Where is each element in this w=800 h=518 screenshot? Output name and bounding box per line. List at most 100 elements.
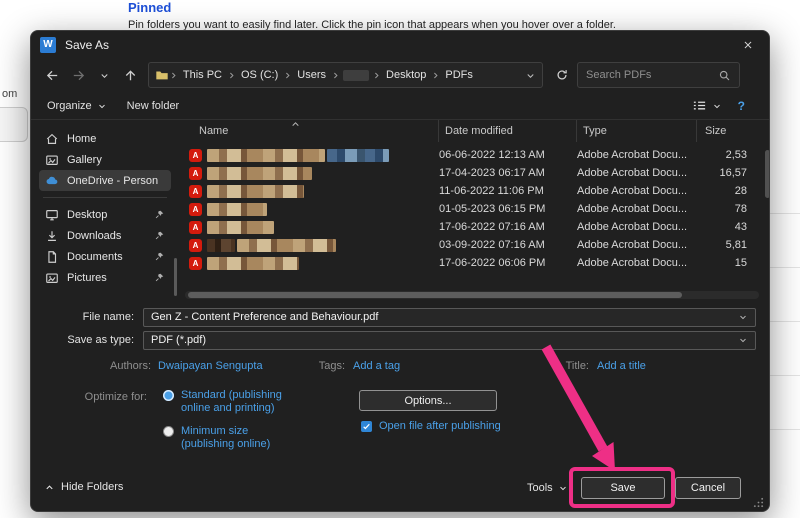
- chevron-up-icon: [44, 482, 55, 493]
- redacted-file-name: [202, 185, 433, 198]
- chevron-right-icon: [283, 71, 292, 80]
- redacted-file-name: [202, 167, 433, 180]
- back-icon: [45, 68, 60, 83]
- help-button[interactable]: ?: [738, 99, 745, 113]
- horizontal-scrollbar-thumb[interactable]: [188, 292, 682, 298]
- column-header-size[interactable]: Size: [696, 120, 756, 142]
- save-button[interactable]: Save: [581, 477, 665, 499]
- breadcrumb-users[interactable]: Users: [292, 69, 331, 81]
- page-table-lines: [770, 160, 800, 460]
- search-input[interactable]: [586, 69, 718, 81]
- chevron-right-icon: [372, 71, 381, 80]
- tags-label: Tags:: [299, 360, 345, 372]
- add-tag-link[interactable]: Add a tag: [353, 360, 400, 372]
- command-toolbar: Organize New folder ?: [31, 92, 769, 120]
- breadcrumb-this-pc[interactable]: This PC: [178, 69, 227, 81]
- file-row[interactable]: A 03-09-2022 07:16 AM Adobe Acrobat Docu…: [179, 236, 761, 254]
- optimize-for-label: Optimize for:: [61, 391, 147, 403]
- forward-icon: [71, 68, 86, 83]
- pdf-file-icon: A: [189, 221, 202, 234]
- file-row[interactable]: A 17-06-2022 07:16 AM Adobe Acrobat Docu…: [179, 218, 761, 236]
- breadcrumb-os-c[interactable]: OS (C:): [236, 69, 283, 81]
- gallery-icon: [45, 153, 59, 167]
- pin-icon[interactable]: [154, 209, 165, 220]
- add-title-link[interactable]: Add a title: [597, 360, 646, 372]
- view-mode-button[interactable]: [692, 98, 722, 113]
- sidebar-item-desktop[interactable]: Desktop: [39, 204, 171, 225]
- column-header-name[interactable]: Name: [179, 120, 438, 142]
- breadcrumb-desktop[interactable]: Desktop: [381, 69, 431, 81]
- file-name-label: File name:: [31, 311, 143, 323]
- open-after-publishing-checkbox[interactable]: Open file after publishing: [361, 420, 501, 432]
- refresh-button[interactable]: [549, 62, 575, 88]
- optimize-minimum-radio[interactable]: Minimum size (publishing online): [163, 425, 323, 451]
- sidebar-item-home[interactable]: Home: [39, 128, 171, 149]
- pin-icon[interactable]: [154, 272, 165, 283]
- chevron-right-icon: [331, 71, 340, 80]
- chevron-down-icon[interactable]: [738, 335, 748, 345]
- save-as-dialog: W Save As: [30, 30, 770, 512]
- file-row[interactable]: A 17-04-2023 06:17 AM Adobe Acrobat Docu…: [179, 164, 761, 182]
- page-heading-link[interactable]: Pinned: [128, 0, 171, 15]
- chevron-down-icon: [525, 70, 536, 81]
- file-row[interactable]: A 06-06-2022 12:13 AM Adobe Acrobat Docu…: [179, 146, 761, 164]
- pin-icon[interactable]: [154, 251, 165, 262]
- folder-icon: [155, 68, 169, 82]
- cancel-button[interactable]: Cancel: [675, 477, 741, 499]
- redacted-file-name: [202, 221, 433, 234]
- authors-value-link[interactable]: Dwaipayan Sengupta: [158, 360, 263, 372]
- sidebar-divider: [43, 197, 167, 198]
- chevron-down-icon: [558, 483, 568, 493]
- resize-grip[interactable]: [753, 497, 764, 508]
- column-header-type[interactable]: Type: [576, 120, 696, 142]
- pin-icon[interactable]: [154, 230, 165, 241]
- recent-locations-button[interactable]: [92, 62, 116, 88]
- search-icon[interactable]: [718, 69, 731, 82]
- pdf-file-icon: A: [189, 203, 202, 216]
- sidebar-item-documents[interactable]: Documents: [39, 246, 171, 267]
- chevron-down-icon[interactable]: [738, 312, 748, 322]
- save-as-type-select[interactable]: PDF (*.pdf): [143, 331, 756, 350]
- sidebar-item-pictures[interactable]: Pictures: [39, 267, 171, 288]
- options-button[interactable]: Options...: [359, 390, 497, 411]
- chevron-right-icon: [227, 71, 236, 80]
- dialog-titlebar[interactable]: W Save As: [31, 31, 769, 58]
- new-folder-button[interactable]: New folder: [127, 100, 180, 112]
- sidebar-item-gallery[interactable]: Gallery: [39, 149, 171, 170]
- chevron-right-icon: [431, 71, 440, 80]
- radio-unselected-icon: [163, 426, 174, 437]
- close-button[interactable]: [727, 31, 769, 58]
- tools-button[interactable]: Tools: [527, 482, 568, 494]
- forward-button[interactable]: [67, 62, 91, 88]
- details-view-icon: [692, 98, 707, 113]
- pictures-icon: [45, 271, 59, 285]
- navigation-bar: This PC OS (C:) Users Desktop PDFs: [31, 58, 769, 92]
- sidebar-item-downloads[interactable]: Downloads: [39, 225, 171, 246]
- organize-button[interactable]: Organize: [47, 100, 107, 112]
- up-button[interactable]: [118, 62, 142, 88]
- column-header-date-modified[interactable]: Date modified: [438, 120, 576, 142]
- hide-folders-button[interactable]: Hide Folders: [44, 481, 123, 493]
- optimize-standard-radio[interactable]: Standard (publishing online and printing…: [163, 389, 323, 415]
- refresh-icon: [555, 68, 569, 82]
- file-row[interactable]: A 17-06-2022 06:06 PM Adobe Acrobat Docu…: [179, 254, 761, 272]
- breadcrumb-pdfs[interactable]: PDFs: [440, 69, 478, 81]
- documents-icon: [45, 250, 59, 264]
- breadcrumb[interactable]: This PC OS (C:) Users Desktop PDFs: [148, 62, 543, 88]
- file-name-input[interactable]: Gen Z - Content Preference and Behaviour…: [143, 308, 756, 327]
- pdf-file-icon: A: [189, 239, 202, 252]
- file-rows: A 06-06-2022 12:13 AM Adobe Acrobat Docu…: [179, 146, 761, 272]
- pdf-file-icon: A: [189, 167, 202, 180]
- breadcrumb-redacted-segment[interactable]: [343, 70, 369, 81]
- back-button[interactable]: [41, 62, 65, 88]
- breadcrumb-dropdown-chevron[interactable]: [525, 70, 536, 81]
- page-left-fragment: om: [2, 88, 17, 100]
- file-row[interactable]: A 11-06-2022 11:06 PM Adobe Acrobat Docu…: [179, 182, 761, 200]
- horizontal-scrollbar[interactable]: [185, 291, 759, 299]
- dialog-title: Save As: [65, 38, 109, 52]
- file-row[interactable]: A 01-05-2023 06:15 PM Adobe Acrobat Docu…: [179, 200, 761, 218]
- sidebar-item-onedrive[interactable]: OneDrive - Person: [39, 170, 171, 191]
- redacted-file-name: [202, 203, 433, 216]
- vertical-scrollbar[interactable]: [765, 150, 770, 198]
- sidebar-scrollbar[interactable]: [174, 258, 177, 296]
